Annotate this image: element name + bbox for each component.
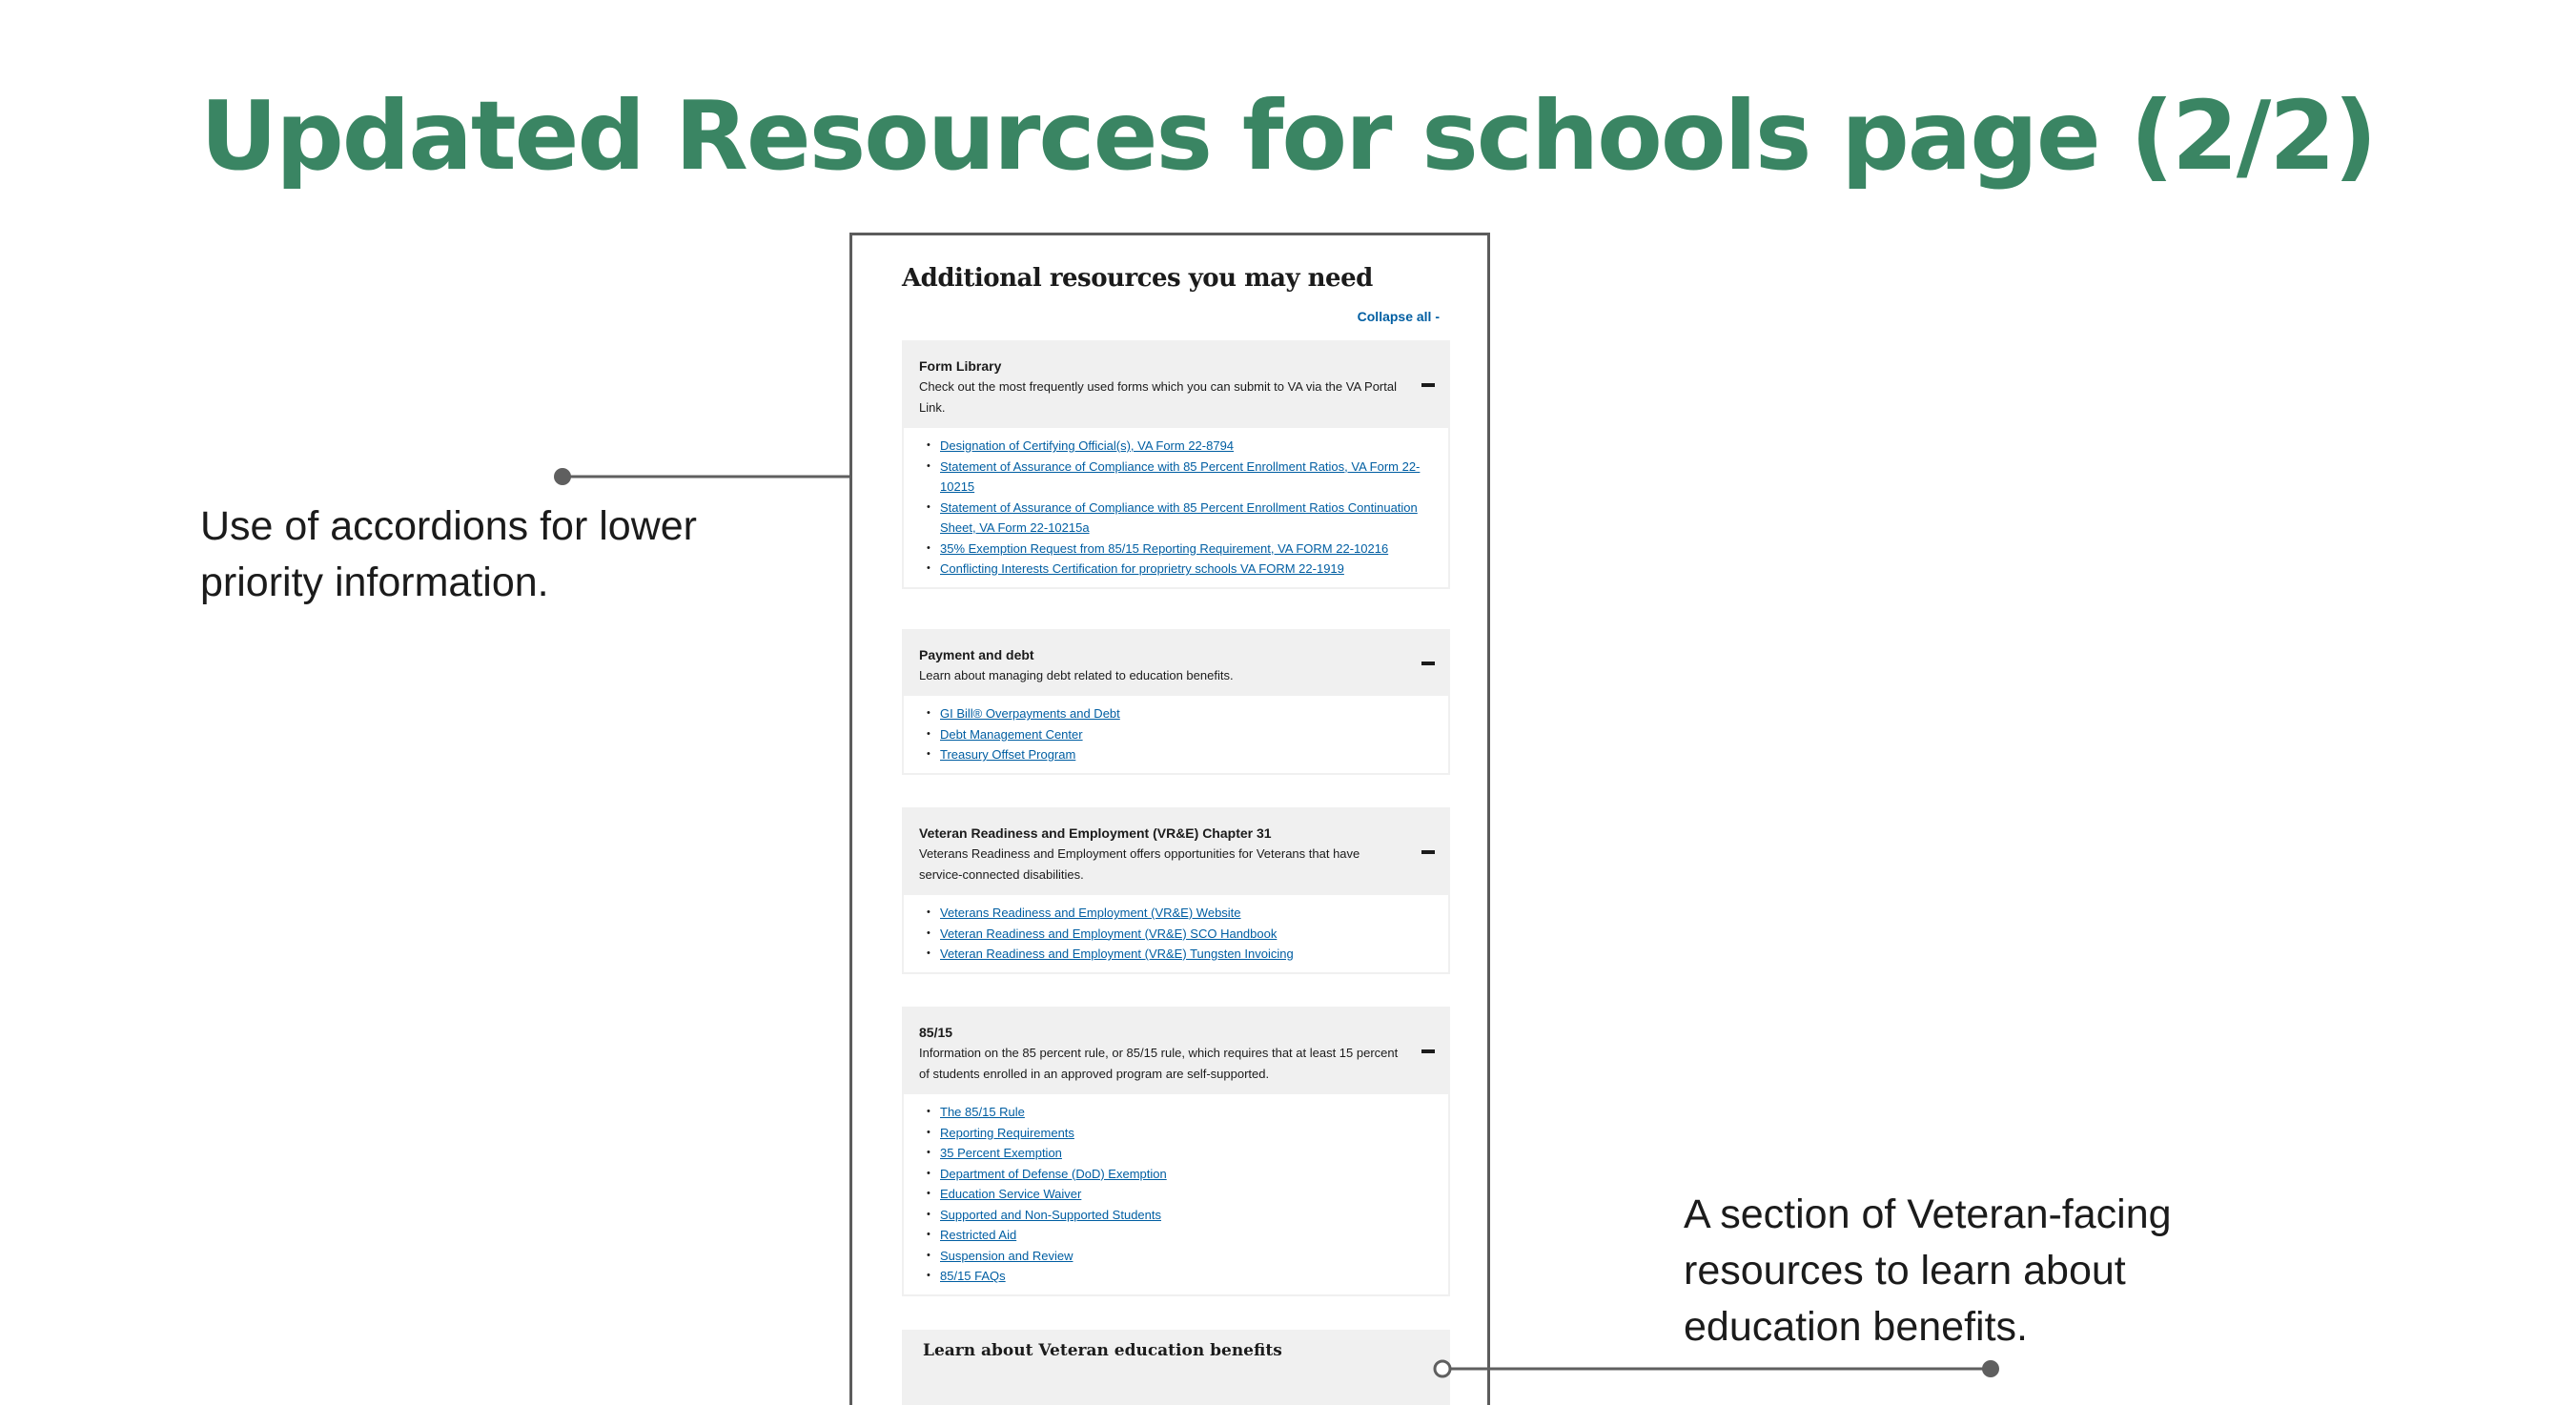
accordion-body: Veterans Readiness and Employment (VR&E)…: [904, 895, 1448, 972]
mockup-heading: Additional resources you may need: [902, 264, 1373, 293]
minus-icon[interactable]: [1421, 850, 1435, 854]
accordion-vre-chapter-31: Veteran Readiness and Employment (VR&E) …: [902, 807, 1450, 974]
resource-link[interactable]: Restricted Aid: [940, 1228, 1016, 1242]
resource-link[interactable]: Conflicting Interests Certification for …: [940, 561, 1344, 576]
accordion-body: Designation of Certifying Official(s), V…: [904, 428, 1448, 587]
list-item: Reporting Requirements: [923, 1123, 1435, 1144]
resource-link[interactable]: 35% Exemption Request from 85/15 Reporti…: [940, 541, 1388, 556]
learn-section-title: Learn about Veteran education benefits: [923, 1341, 1282, 1360]
list-item: The 85/15 Rule: [923, 1102, 1435, 1123]
callout-veteran-resources: A section of Veteran-facing resources to…: [1684, 1191, 2172, 1350]
resource-link[interactable]: Department of Defense (DoD) Exemption: [940, 1167, 1167, 1181]
slide-title: Updated Resources for schools page (2/2): [200, 80, 2378, 192]
list-item: Department of Defense (DoD) Exemption: [923, 1164, 1435, 1185]
resource-link[interactable]: Statement of Assurance of Compliance wit…: [940, 459, 1420, 495]
accordion-payment-and-debt: Payment and debt Learn about managing de…: [902, 629, 1450, 775]
learn-about-benefits-section: Learn about Veteran education benefits: [902, 1330, 1450, 1405]
minus-icon[interactable]: [1421, 1049, 1435, 1053]
resource-link[interactable]: Debt Management Center: [940, 727, 1083, 742]
resource-link[interactable]: Veterans Readiness and Employment (VR&E)…: [940, 906, 1241, 920]
list-item: 85/15 FAQs: [923, 1266, 1435, 1287]
accordion-description: Check out the most frequently used forms…: [919, 379, 1397, 415]
resource-link[interactable]: Veteran Readiness and Employment (VR&E) …: [940, 947, 1294, 961]
accordion-header[interactable]: Form Library Check out the most frequent…: [904, 342, 1448, 428]
list-item: Designation of Certifying Official(s), V…: [923, 436, 1435, 457]
callout-accordions: Use of accordions for lower priority inf…: [200, 503, 697, 605]
list-item: 35% Exemption Request from 85/15 Reporti…: [923, 539, 1435, 560]
list-item: Conflicting Interests Certification for …: [923, 559, 1435, 580]
link-list: The 85/15 Rule Reporting Requirements 35…: [923, 1102, 1435, 1287]
collapse-all-link[interactable]: Collapse all -: [1358, 309, 1440, 324]
accordion-description: Learn about managing debt related to edu…: [919, 668, 1234, 682]
resource-link[interactable]: The 85/15 Rule: [940, 1105, 1025, 1119]
accordion-title: 85/15: [919, 1025, 953, 1040]
resource-link[interactable]: Designation of Certifying Official(s), V…: [940, 438, 1234, 453]
accordion-description: Veterans Readiness and Employment offers…: [919, 846, 1360, 882]
resource-link[interactable]: GI Bill® Overpayments and Debt: [940, 706, 1120, 721]
resource-link[interactable]: 85/15 FAQs: [940, 1269, 1006, 1283]
connector-right: [1433, 1359, 1999, 1378]
list-item: Suspension and Review: [923, 1246, 1435, 1267]
list-item: Veteran Readiness and Employment (VR&E) …: [923, 924, 1435, 945]
list-item: Debt Management Center: [923, 724, 1435, 745]
resource-link[interactable]: 35 Percent Exemption: [940, 1146, 1062, 1160]
resource-link[interactable]: Education Service Waiver: [940, 1187, 1081, 1201]
accordion-description: Information on the 85 percent rule, or 8…: [919, 1046, 1399, 1081]
list-item: Statement of Assurance of Compliance wit…: [923, 457, 1435, 498]
list-item: Treasury Offset Program: [923, 744, 1435, 765]
page-mockup: Additional resources you may need Collap…: [849, 233, 1490, 1405]
connector-left: [554, 467, 873, 486]
list-item: 35 Percent Exemption: [923, 1143, 1435, 1164]
connector-dot-start: [554, 468, 571, 485]
link-list: GI Bill® Overpayments and Debt Debt Mana…: [923, 703, 1435, 765]
list-item: Supported and Non-Supported Students: [923, 1205, 1435, 1226]
accordion-body: The 85/15 Rule Reporting Requirements 35…: [904, 1094, 1448, 1294]
resource-link[interactable]: Treasury Offset Program: [940, 747, 1075, 762]
accordion-body: GI Bill® Overpayments and Debt Debt Mana…: [904, 696, 1448, 773]
list-item: Restricted Aid: [923, 1225, 1435, 1246]
accordion-header[interactable]: Payment and debt Learn about managing de…: [904, 631, 1448, 696]
list-item: GI Bill® Overpayments and Debt: [923, 703, 1435, 724]
list-item: Veterans Readiness and Employment (VR&E)…: [923, 903, 1435, 924]
link-list: Designation of Certifying Official(s), V…: [923, 436, 1435, 580]
connector-dot-start: [1982, 1360, 1999, 1377]
list-item: Statement of Assurance of Compliance wit…: [923, 498, 1435, 539]
accordion-85-15: 85/15 Information on the 85 percent rule…: [902, 1007, 1450, 1296]
resource-link[interactable]: Statement of Assurance of Compliance wit…: [940, 500, 1418, 536]
list-item: Veteran Readiness and Employment (VR&E) …: [923, 944, 1435, 965]
resource-link[interactable]: Reporting Requirements: [940, 1126, 1074, 1140]
resource-link[interactable]: Supported and Non-Supported Students: [940, 1208, 1161, 1222]
link-list: Veterans Readiness and Employment (VR&E)…: [923, 903, 1435, 965]
accordion-header[interactable]: 85/15 Information on the 85 percent rule…: [904, 1008, 1448, 1094]
minus-icon[interactable]: [1421, 662, 1435, 665]
resource-link[interactable]: Veteran Readiness and Employment (VR&E) …: [940, 926, 1277, 941]
list-item: Education Service Waiver: [923, 1184, 1435, 1205]
resource-link[interactable]: Suspension and Review: [940, 1249, 1073, 1263]
accordion-form-library: Form Library Check out the most frequent…: [902, 340, 1450, 589]
accordion-title: Veteran Readiness and Employment (VR&E) …: [919, 825, 1272, 841]
accordion-header[interactable]: Veteran Readiness and Employment (VR&E) …: [904, 809, 1448, 895]
accordion-title: Payment and debt: [919, 647, 1034, 662]
accordion-title: Form Library: [919, 358, 1002, 374]
minus-icon[interactable]: [1421, 383, 1435, 387]
